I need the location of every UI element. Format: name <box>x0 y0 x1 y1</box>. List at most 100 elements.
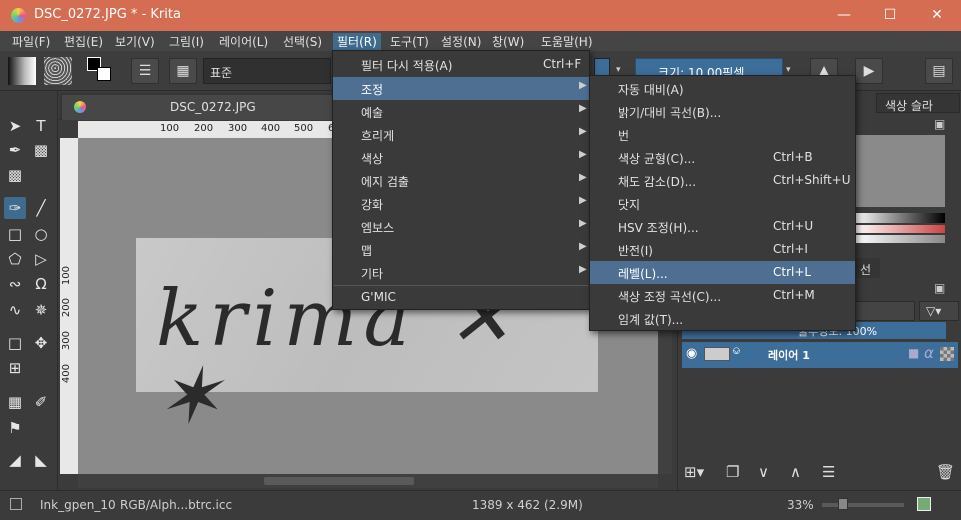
tab-partial[interactable]: 선 <box>854 258 880 278</box>
menu-tools[interactable]: 도구(T) <box>390 33 429 50</box>
menu-item-enhance[interactable]: 강화 ▶ <box>333 192 589 215</box>
document-tab[interactable]: DSC_0272.JPG <box>62 95 332 120</box>
color-picker-icon[interactable]: ✐ <box>30 391 52 413</box>
gradient-preset-icon[interactable] <box>8 57 36 85</box>
value-slider[interactable] <box>855 213 945 223</box>
dynamic-brush-icon[interactable]: ∿ <box>4 299 26 321</box>
lock-icon[interactable]: ■ <box>908 346 919 360</box>
menu-item-levels[interactable]: 레벨(L)... Ctrl+L <box>590 261 855 284</box>
pattern-preset-icon[interactable] <box>44 57 72 85</box>
mirror-vertical-icon[interactable]: ▶ <box>855 58 883 84</box>
edit-shapes-icon[interactable]: ✒ <box>4 139 26 161</box>
chevron-down-icon[interactable]: ▾ <box>616 65 621 75</box>
freehand-path-icon[interactable]: Ω <box>30 273 52 295</box>
close-icon[interactable]: ✕ <box>914 0 960 31</box>
measure-tool-icon[interactable]: ◢ <box>4 449 26 471</box>
add-layer-icon[interactable]: ⊞▾ <box>684 463 704 481</box>
ruler-label: 400 <box>261 123 281 134</box>
menu-item-edge-detection[interactable]: 에지 검출 ▶ <box>333 169 589 192</box>
blend-mode-select[interactable]: 표준 <box>203 58 331 84</box>
saturation-slider[interactable] <box>855 225 945 233</box>
selection-display-icon[interactable] <box>10 498 22 510</box>
duplicate-layer-icon[interactable]: ❐ <box>726 463 739 481</box>
menu-item-map[interactable]: 맵 ▶ <box>333 238 589 261</box>
move-tool-icon[interactable]: ✥ <box>30 332 52 354</box>
workspace-chooser-icon[interactable]: ▤ <box>925 58 953 84</box>
rectangle-tool-icon[interactable]: □ <box>4 223 26 245</box>
layer-row[interactable]: ◉ ⎉ 레이어 1 ■ α <box>682 342 958 368</box>
menu-item-threshold[interactable]: 임계 값(T)... <box>590 307 855 330</box>
menu-settings[interactable]: 설정(N) <box>441 33 481 50</box>
menu-item-hsv-adjustment[interactable]: HSV 조정(H)... Ctrl+U <box>590 215 855 238</box>
menu-select[interactable]: 선택(S) <box>283 33 322 50</box>
delete-layer-icon[interactable]: 🗑 <box>936 463 955 481</box>
menu-item-artistic[interactable]: 예술 ▶ <box>333 100 589 123</box>
move-layer-up-icon[interactable]: ∧ <box>790 463 801 481</box>
layer-properties-icon[interactable]: ☰ <box>822 463 835 481</box>
layer-blend-select[interactable] <box>855 301 915 321</box>
zoom-slider[interactable] <box>822 503 904 507</box>
menu-item-colors[interactable]: 색상 ▶ <box>333 146 589 169</box>
menu-item-other[interactable]: 기타 ▶ <box>333 261 589 284</box>
tab-color-slider[interactable]: 색상 슬라 <box>876 93 960 113</box>
foreground-background-color-icon[interactable] <box>87 57 115 85</box>
minimize-icon[interactable]: — <box>821 0 867 31</box>
maximize-icon[interactable]: ☐ <box>867 0 913 31</box>
canvas-rotation-icon[interactable] <box>917 497 931 511</box>
transform-tool-icon[interactable]: ⊞ <box>4 357 26 379</box>
zoom-slider-handle[interactable] <box>838 498 848 510</box>
menu-view[interactable]: 보기(V) <box>115 33 155 50</box>
submenu-arrow-icon: ▶ <box>579 80 587 91</box>
menu-item-dodge[interactable]: 닷지 <box>590 192 855 215</box>
float-panel-icon[interactable]: ▣ <box>934 117 945 131</box>
multibrush-icon[interactable]: ✵ <box>30 299 52 321</box>
inherit-alpha-icon[interactable] <box>940 347 954 361</box>
menu-item-gmic[interactable]: G'MIC <box>333 286 589 309</box>
layer-name[interactable]: 레이어 1 <box>768 347 810 363</box>
menu-item-auto-contrast[interactable]: 자동 대비(A) <box>590 77 855 100</box>
menu-filter[interactable]: 필터(R) <box>333 33 381 50</box>
brush-settings-icon[interactable]: ☰ <box>131 58 159 84</box>
menu-item-emboss[interactable]: 엠보스 ▶ <box>333 215 589 238</box>
gray-slider[interactable] <box>855 235 945 243</box>
scroll-thumb[interactable] <box>264 477 414 485</box>
alpha-lock-icon[interactable]: α <box>924 344 934 362</box>
menu-item-brightness-contrast-curve[interactable]: 밝기/대비 곡선(B)... <box>590 100 855 123</box>
pattern-tool-icon[interactable]: ▩ <box>4 164 26 186</box>
polygon-tool-icon[interactable]: ⬠ <box>4 248 26 270</box>
text-tool-icon[interactable]: T <box>30 115 52 137</box>
layer-filter-icon[interactable]: ▽▾ <box>919 301 959 321</box>
line-tool-icon[interactable]: ╱ <box>30 197 52 219</box>
chevron-down-icon[interactable]: ▾ <box>786 65 791 75</box>
menu-item-color-balance[interactable]: 색상 균형(C)... Ctrl+B <box>590 146 855 169</box>
menu-help[interactable]: 도움말(H) <box>541 33 593 50</box>
float-panel-icon[interactable]: ▣ <box>934 281 945 295</box>
layer-visibility-eye-icon[interactable]: ◉ <box>686 346 697 361</box>
assistant-tool-icon[interactable]: ◣ <box>30 449 52 471</box>
menu-item-reapply-filter[interactable]: 필터 다시 적용(A) Ctrl+F <box>333 53 589 76</box>
color-selector-preview[interactable] <box>855 135 945 207</box>
menu-edit[interactable]: 편집(E) <box>64 33 103 50</box>
crop-tool-icon[interactable]: □ <box>4 332 26 354</box>
gradient-tool-icon[interactable]: ▦ <box>4 391 26 413</box>
calligraphy-icon[interactable]: ▩ <box>30 139 52 161</box>
brush-presets-icon[interactable]: ▦ <box>169 58 197 84</box>
freehand-brush-icon[interactable]: ✑ <box>4 197 26 219</box>
horizontal-scrollbar[interactable] <box>78 474 658 488</box>
bezier-tool-icon[interactable]: ∾ <box>4 273 26 295</box>
menu-item-adjust[interactable]: 조정 ▶ <box>333 77 589 100</box>
menu-item-invert[interactable]: 반전(I) Ctrl+I <box>590 238 855 261</box>
menu-layer[interactable]: 레이어(L) <box>219 33 268 50</box>
menu-window[interactable]: 창(W) <box>492 33 524 50</box>
move-layer-down-icon[interactable]: ∨ <box>758 463 769 481</box>
fill-tool-icon[interactable]: ⚑ <box>4 417 26 439</box>
menu-file[interactable]: 파일(F) <box>12 33 50 50</box>
select-shapes-icon[interactable]: ➤ <box>4 115 26 137</box>
menu-item-burn[interactable]: 번 <box>590 123 855 146</box>
menu-item-color-adjustment-curves[interactable]: 색상 조정 곡선(C)... Ctrl+M <box>590 284 855 307</box>
polyline-tool-icon[interactable]: ▷ <box>30 248 52 270</box>
menu-item-blur[interactable]: 흐리게 ▶ <box>333 123 589 146</box>
ellipse-tool-icon[interactable]: ○ <box>30 223 52 245</box>
menu-image[interactable]: 그림(I) <box>169 33 204 50</box>
menu-item-desaturate[interactable]: 채도 감소(D)... Ctrl+Shift+U <box>590 169 855 192</box>
